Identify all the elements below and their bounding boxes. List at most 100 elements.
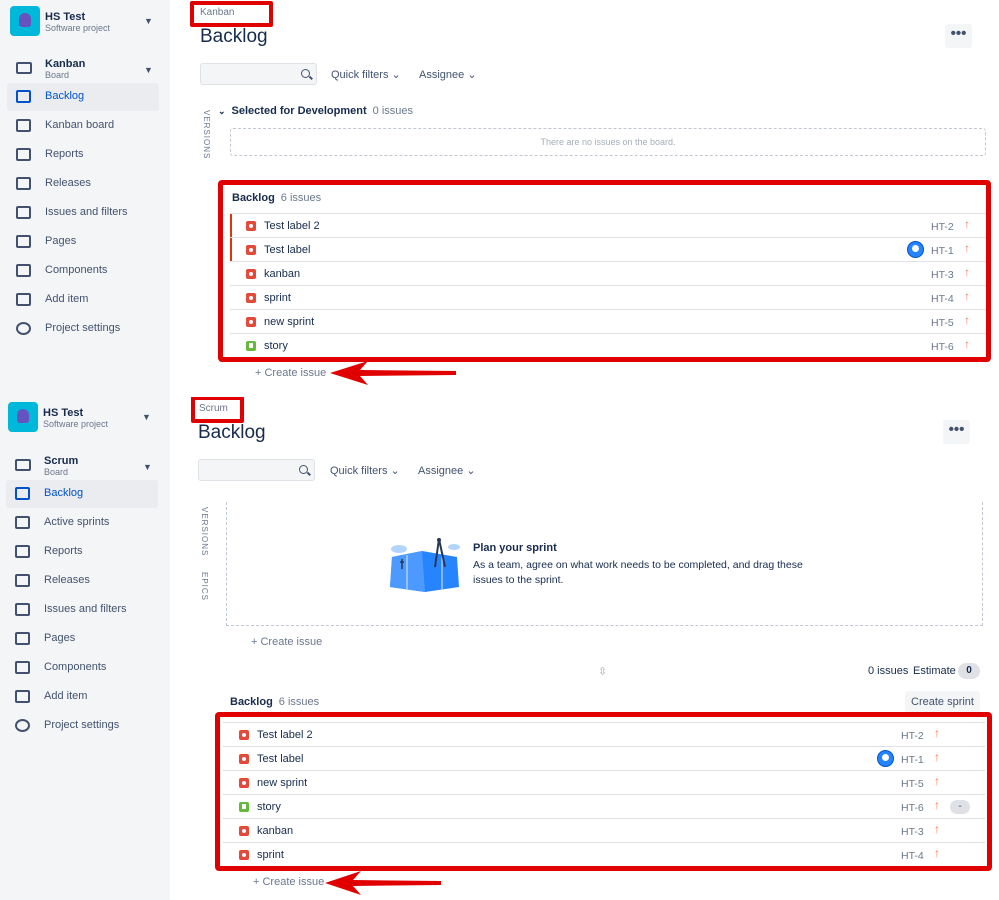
backlog-title: Backlog bbox=[230, 696, 273, 708]
sidebar-item-project-settings[interactable]: Project settings bbox=[7, 315, 159, 343]
search-icon bbox=[301, 69, 310, 78]
project-name: HS Test bbox=[43, 407, 84, 419]
assignee-label: Assignee bbox=[418, 465, 464, 477]
sidebar-item-releases[interactable]: Releases bbox=[7, 170, 159, 198]
sidebar-item-project-settings[interactable]: Project settings bbox=[6, 712, 158, 740]
assignee-dropdown[interactable]: Assignee ⌄ bbox=[418, 464, 476, 477]
sprint-plan-area: Plan your sprint As a team, agree on wha… bbox=[226, 502, 983, 626]
board-name: Kanban bbox=[45, 58, 86, 70]
highlight-box bbox=[218, 180, 991, 362]
plan-sprint-illustration bbox=[390, 538, 460, 592]
sidebar-item-reports[interactable]: Reports bbox=[7, 141, 159, 169]
search-input[interactable] bbox=[198, 459, 315, 481]
selected-for-development-header[interactable]: ⌄ Selected for Development 0 issues bbox=[218, 105, 413, 117]
sidebar-item-add-item[interactable]: Add item bbox=[6, 683, 158, 711]
chevron-down-icon: ⌄ bbox=[467, 69, 477, 81]
quick-filters-dropdown[interactable]: Quick filters ⌄ bbox=[330, 464, 400, 477]
assignee-label: Assignee bbox=[419, 69, 465, 81]
sprint-issue-count: 0 issues bbox=[868, 665, 909, 677]
board-selector[interactable]: Scrum Board ▼ bbox=[9, 453, 159, 481]
sidebar-item-backlog[interactable]: Backlog bbox=[7, 83, 159, 111]
sidebar-item-label: Backlog bbox=[45, 90, 85, 102]
issues-icon bbox=[15, 603, 30, 616]
empty-board-message: There are no issues on the board. bbox=[230, 128, 986, 156]
sidebar-item-label: Kanban board bbox=[45, 119, 115, 131]
search-input[interactable] bbox=[200, 63, 317, 85]
sidebar-item-issues[interactable]: Issues and filters bbox=[7, 199, 159, 227]
page-icon bbox=[16, 235, 31, 248]
board-type: Board bbox=[44, 467, 69, 477]
project-header[interactable]: HS Test Software project ▼ bbox=[10, 6, 160, 38]
board-columns-icon bbox=[16, 119, 31, 132]
gear-icon bbox=[15, 719, 30, 732]
drag-divider-icon[interactable]: ⇳ bbox=[598, 665, 607, 678]
sidebar-item-label: Reports bbox=[44, 545, 83, 557]
versions-tab[interactable]: VERSIONS bbox=[202, 110, 211, 159]
scrum-panel: HS Test Software project ▼ Scrum Board ▼… bbox=[0, 397, 999, 900]
sidebar-item-reports[interactable]: Reports bbox=[6, 538, 158, 566]
sidebar: HS Test Software project ▼ Kanban Board … bbox=[0, 0, 170, 450]
board-name: Scrum bbox=[44, 455, 79, 467]
project-type: Software project bbox=[43, 419, 109, 429]
sidebar-item-label: Issues and filters bbox=[45, 206, 128, 218]
issues-icon bbox=[16, 206, 31, 219]
sidebar-item-label: Add item bbox=[44, 690, 88, 702]
sidebar-item-pages[interactable]: Pages bbox=[6, 625, 158, 653]
sidebar-item-kanban-board[interactable]: Kanban board bbox=[7, 112, 159, 140]
section-title: Selected for Development bbox=[231, 105, 367, 117]
chevron-down-icon: ⌄ bbox=[391, 69, 401, 81]
section-count: 0 issues bbox=[372, 105, 413, 117]
create-issue-button[interactable]: + Create issue bbox=[253, 876, 324, 888]
page-icon bbox=[15, 632, 30, 645]
epics-tab[interactable]: EPICS bbox=[200, 572, 209, 601]
sidebar-item-releases[interactable]: Releases bbox=[6, 567, 158, 595]
chart-icon bbox=[15, 545, 30, 558]
plan-sprint-title: Plan your sprint bbox=[473, 542, 557, 554]
quick-filters-label: Quick filters bbox=[331, 69, 389, 81]
sidebar-item-label: Pages bbox=[45, 235, 77, 247]
estimate-badge: 0 bbox=[958, 663, 980, 679]
sidebar-item-label: Releases bbox=[45, 177, 91, 189]
project-avatar bbox=[8, 402, 38, 432]
chart-icon bbox=[16, 148, 31, 161]
more-actions-button[interactable]: ••• bbox=[943, 420, 970, 444]
backlog-icon bbox=[16, 90, 31, 103]
create-issue-button[interactable]: + Create issue bbox=[255, 367, 326, 379]
add-item-icon bbox=[16, 293, 31, 306]
board-selector[interactable]: Kanban Board ▼ bbox=[10, 56, 160, 84]
sidebar-item-components[interactable]: Components bbox=[7, 257, 159, 285]
sidebar-item-label: Project settings bbox=[44, 719, 120, 731]
create-sprint-button[interactable]: Create sprint bbox=[905, 691, 980, 713]
sidebar-item-label: Reports bbox=[45, 148, 84, 160]
sidebar-item-issues[interactable]: Issues and filters bbox=[6, 596, 158, 624]
chevron-down-icon: ▼ bbox=[144, 65, 153, 75]
board-tag: Kanban bbox=[200, 7, 235, 18]
sidebar-item-add-item[interactable]: Add item bbox=[7, 286, 159, 314]
search-icon bbox=[299, 465, 308, 474]
sidebar-item-backlog[interactable]: Backlog bbox=[6, 480, 158, 508]
red-arrow bbox=[325, 871, 441, 895]
assignee-dropdown[interactable]: Assignee ⌄ bbox=[419, 68, 477, 81]
main-content: Scrum Backlog ••• Quick filters ⌄ Assign… bbox=[178, 397, 997, 900]
chevron-down-icon: ▼ bbox=[143, 462, 152, 472]
create-issue-sprint-button[interactable]: + Create issue bbox=[251, 636, 322, 648]
project-header[interactable]: HS Test Software project ▼ bbox=[8, 402, 158, 434]
component-icon bbox=[16, 264, 31, 277]
sidebar-item-label: Add item bbox=[45, 293, 89, 305]
backlog-icon bbox=[15, 487, 30, 500]
sidebar-item-components[interactable]: Components bbox=[6, 654, 158, 682]
chevron-down-icon: ▼ bbox=[144, 16, 153, 26]
sidebar-item-pages[interactable]: Pages bbox=[7, 228, 159, 256]
project-name: HS Test bbox=[45, 11, 86, 23]
versions-tab[interactable]: VERSIONS bbox=[200, 507, 209, 556]
highlight-box bbox=[215, 712, 992, 871]
sidebar-item-active-sprints[interactable]: Active sprints bbox=[6, 509, 158, 537]
sidebar-item-label: Releases bbox=[44, 574, 90, 586]
quick-filters-dropdown[interactable]: Quick filters ⌄ bbox=[331, 68, 401, 81]
project-avatar bbox=[10, 6, 40, 36]
chevron-down-icon: ▼ bbox=[142, 412, 151, 422]
quick-filters-label: Quick filters bbox=[330, 465, 388, 477]
gear-icon bbox=[16, 322, 31, 335]
board-tag: Scrum bbox=[199, 403, 228, 414]
more-actions-button[interactable]: ••• bbox=[945, 24, 972, 48]
